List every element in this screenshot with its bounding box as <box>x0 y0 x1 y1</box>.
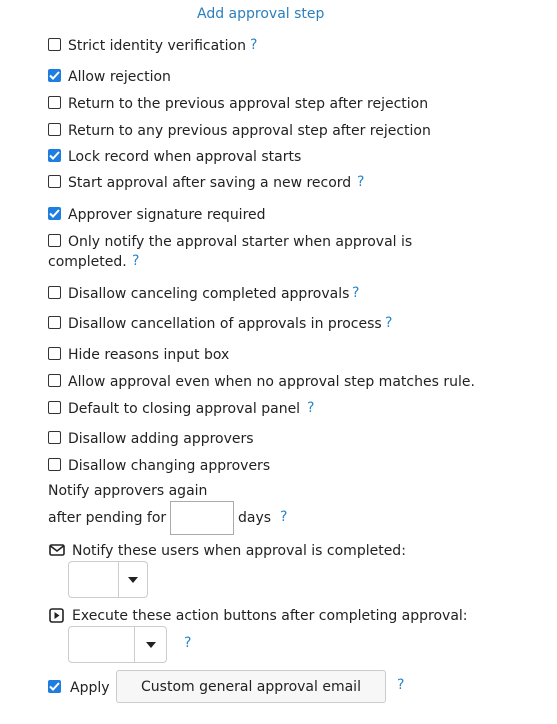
notify-users-select[interactable] <box>68 561 148 598</box>
option-checkbox-15[interactable] <box>48 458 61 471</box>
option-label-8-line2: completed. <box>48 254 127 270</box>
option-label-15: Disallow changing approvers <box>68 458 271 474</box>
option-checkbox-6[interactable] <box>48 175 61 188</box>
option-label-12: Allow approval even when no approval ste… <box>68 374 475 390</box>
option-label-9: Disallow canceling completed approvals <box>68 286 350 302</box>
pending-days-input[interactable] <box>170 501 234 535</box>
option-label-6: Start approval after saving a new record <box>68 175 352 191</box>
option-checkbox-1[interactable] <box>48 38 61 51</box>
option-checkbox-9[interactable] <box>48 286 61 299</box>
option-label-3: Return to the previous approval step aft… <box>68 96 429 112</box>
execute-actions-label: Execute these action buttons after compl… <box>72 608 468 624</box>
option-checkbox-7[interactable] <box>48 207 61 220</box>
option-label-2: Allow rejection <box>68 69 171 85</box>
option-label-10: Disallow cancellation of approvals in pr… <box>68 316 382 332</box>
option-label-4: Return to any previous approval step aft… <box>68 123 431 139</box>
option-checkbox-4[interactable] <box>48 123 61 136</box>
option-label-13: Default to closing approval panel <box>68 401 301 417</box>
pending-prefix-label: after pending for <box>48 510 167 526</box>
execute-actions-value <box>69 627 135 662</box>
execute-actions-help-icon[interactable]: ? <box>184 635 191 651</box>
pending-days-help-icon[interactable]: ? <box>280 509 287 525</box>
option-checkbox-14[interactable] <box>48 431 61 444</box>
option-checkbox-13[interactable] <box>48 401 61 414</box>
play-icon <box>49 608 64 627</box>
execute-actions-select[interactable] <box>68 626 167 663</box>
option-checkbox-11[interactable] <box>48 347 61 360</box>
days-unit-label: days <box>238 510 272 526</box>
option-label-14: Disallow adding approvers <box>68 431 254 447</box>
custom-approval-email-button[interactable]: Custom general approval email <box>116 670 386 703</box>
add-approval-step-link[interactable]: Add approval step <box>197 6 324 22</box>
option-checkbox-5[interactable] <box>48 149 61 162</box>
chevron-down-icon[interactable] <box>135 627 166 662</box>
option-checkbox-8[interactable] <box>48 234 61 247</box>
option-help-icon-6[interactable]: ? <box>357 174 364 190</box>
apply-checkbox[interactable] <box>48 680 61 693</box>
apply-label: Apply <box>70 680 110 696</box>
option-checkbox-3[interactable] <box>48 96 61 109</box>
custom-email-help-icon[interactable]: ? <box>397 677 404 693</box>
option-label-8: Only notify the approval starter when ap… <box>68 234 413 250</box>
option-label-1: Strict identity verification <box>68 38 246 54</box>
option-help-icon-9[interactable]: ? <box>352 285 359 301</box>
option-help-icon-13[interactable]: ? <box>307 400 314 416</box>
option-help-icon-10[interactable]: ? <box>385 315 392 331</box>
notify-again-label: Notify approvers again <box>48 483 208 499</box>
chevron-down-icon[interactable] <box>119 562 147 597</box>
option-label-5: Lock record when approval starts <box>68 149 302 165</box>
option-checkbox-10[interactable] <box>48 316 61 329</box>
envelope-icon <box>49 543 65 561</box>
option-checkbox-2[interactable] <box>48 69 61 82</box>
option-label-7: Approver signature required <box>68 207 266 223</box>
option-label-11: Hide reasons input box <box>68 347 230 363</box>
option-help-icon-1[interactable]: ? <box>250 37 257 53</box>
option-help-icon-8[interactable]: ? <box>132 253 139 269</box>
option-checkbox-12[interactable] <box>48 374 61 387</box>
notify-users-label: Notify these users when approval is comp… <box>72 543 406 559</box>
notify-users-value <box>69 562 119 597</box>
